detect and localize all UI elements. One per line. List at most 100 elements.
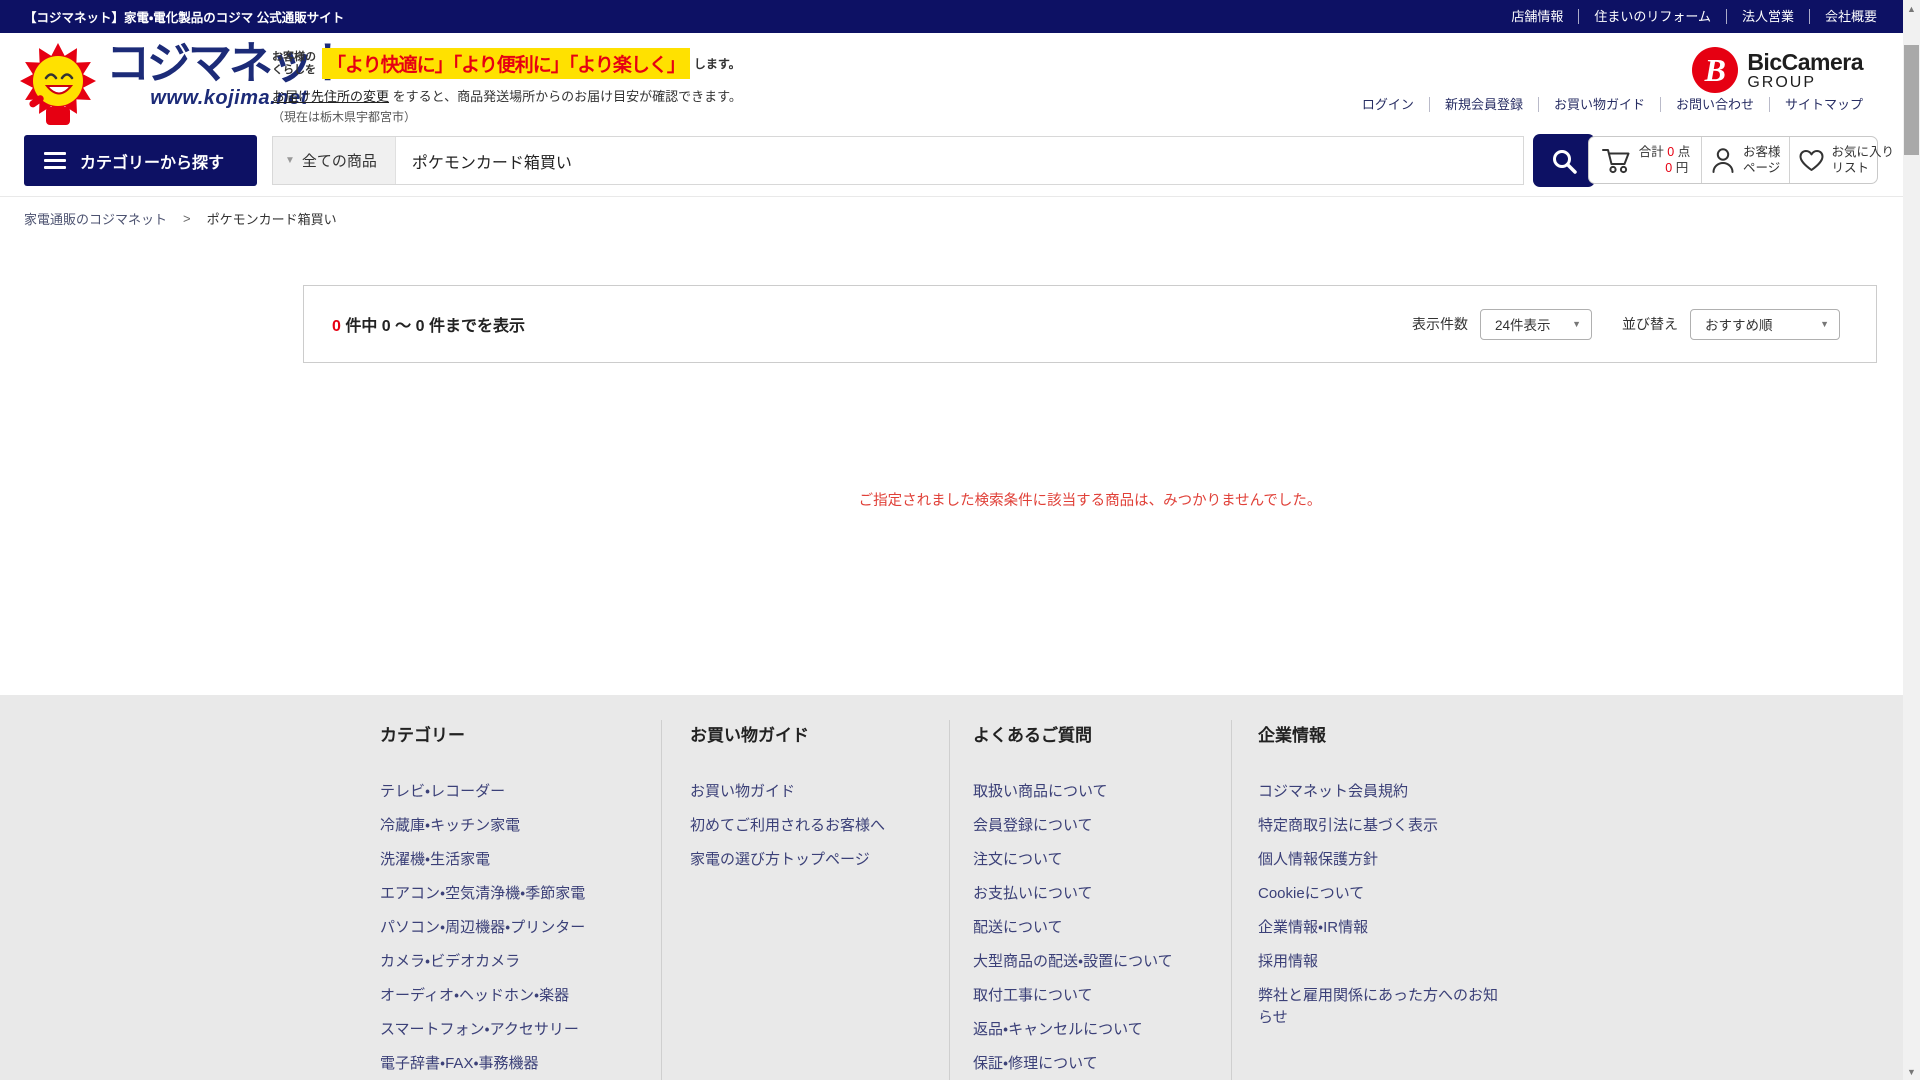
- footer-link[interactable]: 弊社と雇用関係にあった方へのお知らせ: [1258, 985, 1508, 1029]
- footer-link[interactable]: 会員登録について: [973, 815, 1215, 837]
- cart-amount: 0: [1665, 161, 1672, 175]
- footer-link[interactable]: 企業情報・IR情報: [1258, 917, 1508, 939]
- topbar-link[interactable]: 会社概要: [1809, 9, 1877, 24]
- result-count-text: 件中 0 ～ 0 件までを表示: [345, 318, 525, 335]
- topbar-link[interactable]: 法人営業: [1726, 9, 1809, 24]
- favorites-button[interactable]: お気に入り リスト: [1789, 137, 1903, 183]
- footer-divider: [661, 720, 662, 1080]
- tagline-prefix: お客様の くらしを: [272, 51, 316, 77]
- header-nav-link[interactable]: サイトマップ: [1769, 97, 1863, 112]
- search-input[interactable]: [396, 137, 1523, 184]
- header-nav-link[interactable]: お買い物ガイド: [1538, 97, 1660, 112]
- topbar-link[interactable]: 店舗情報: [1496, 9, 1578, 24]
- cart-summary: 合計 0 点 0 円: [1639, 144, 1690, 176]
- sort-select[interactable]: おすすめ順 ▼: [1690, 309, 1840, 340]
- footer-link[interactable]: 保証・修理について: [973, 1053, 1215, 1075]
- footer-link[interactable]: 洗濯機・生活家電: [380, 849, 642, 871]
- footer-link-list: お買い物ガイド初めてご利用されるお客様へ家電の選び方トップページ: [690, 781, 932, 871]
- footer-link[interactable]: パソコン・周辺機器・プリンター: [380, 917, 642, 939]
- cart-total-label: 合計: [1639, 145, 1664, 159]
- account-page-button[interactable]: お客様 ページ: [1701, 137, 1789, 183]
- footer-link[interactable]: 特定商取引法に基づく表示: [1258, 815, 1508, 837]
- tagline-prefix-line1: お客様の: [272, 51, 316, 64]
- biccamera-group: GROUP: [1747, 74, 1863, 91]
- footer-link[interactable]: 個人情報保護方針: [1258, 849, 1508, 871]
- user-icon: [1710, 146, 1736, 174]
- footer-link[interactable]: 配送について: [973, 917, 1215, 939]
- biccamera-logo-text: BicCamera GROUP: [1747, 50, 1863, 91]
- site-footer: カテゴリーテレビ・レコーダー冷蔵庫・キッチン家電洗濯機・生活家電エアコン・空気清…: [0, 695, 1903, 1080]
- footer-link[interactable]: 大型商品の配送・設置について: [973, 951, 1215, 973]
- footer-link[interactable]: 電子辞書・FAX・事務機器: [380, 1053, 642, 1075]
- footer-link[interactable]: お支払いについて: [973, 883, 1215, 905]
- footer-link[interactable]: コジマネット会員規約: [1258, 781, 1508, 803]
- footer-link[interactable]: テレビ・レコーダー: [380, 781, 642, 803]
- tagline-prefix-line2: くらしを: [272, 64, 316, 77]
- biccamera-group-logo[interactable]: B BicCamera GROUP: [1692, 47, 1863, 93]
- search-scope-select[interactable]: ▼ 全ての商品: [273, 137, 396, 184]
- footer-column-title: お買い物ガイド: [690, 725, 932, 747]
- footer-column-title: 企業情報: [1258, 725, 1508, 747]
- tagline-highlight: 「より快適に」「より便利に」「より楽しく」: [322, 48, 690, 79]
- footer-link[interactable]: お買い物ガイド: [690, 781, 932, 803]
- search-submit-button[interactable]: [1533, 134, 1595, 187]
- search-box: ▼ 全ての商品: [272, 136, 1524, 185]
- footer-column: 企業情報コジマネット会員規約特定商取引法に基づく表示個人情報保護方針 Cookie…: [1258, 725, 1508, 1041]
- footer-column-title: カテゴリー: [380, 725, 642, 747]
- footer-link[interactable]: 初めてご利用されるお客様へ: [690, 815, 932, 837]
- footer-link[interactable]: 家電の選び方トップページ: [690, 849, 932, 871]
- breadcrumb-current: ポケモンカード箱買い: [207, 209, 337, 228]
- footer-link[interactable]: エアコン・空気清浄機・季節家電: [380, 883, 642, 905]
- scroll-down-icon[interactable]: ▼: [1903, 1063, 1920, 1080]
- cart-amount-unit: 円: [1676, 161, 1689, 175]
- favorites-label-line1: お気に入り: [1832, 144, 1895, 160]
- footer-link[interactable]: 採用情報: [1258, 951, 1508, 973]
- header-nav-link[interactable]: ログイン: [1347, 97, 1429, 112]
- cart-button[interactable]: 合計 0 点 0 円: [1589, 137, 1701, 183]
- footer-link[interactable]: 返品・キャンセルについて: [973, 1019, 1215, 1041]
- cart-count: 0: [1667, 145, 1674, 159]
- per-page-label: 表示件数: [1412, 314, 1468, 334]
- breadcrumb-home-link[interactable]: 家電通販のコジマネット: [24, 209, 167, 228]
- footer-column-title: よくあるご質問: [973, 725, 1215, 747]
- search-bar-row: カテゴリーから探す ▼ 全ての商品 合計 0: [0, 133, 1903, 197]
- results-toolbar: 0 件中 0 ～ 0 件までを表示 表示件数 24件表示 ▼ 並び替え おすすめ…: [303, 285, 1877, 363]
- category-button-label: カテゴリーから探す: [80, 149, 224, 173]
- delivery-description: をすると、商品発送場所からのお届け目安が確認できます。: [393, 89, 742, 104]
- footer-link-list: 取扱い商品について会員登録について注文についてお支払いについて配送について大型商…: [973, 781, 1215, 1075]
- account-label: お客様 ページ: [1743, 144, 1781, 176]
- footer-link[interactable]: Cookieについて: [1258, 883, 1508, 905]
- footer-link[interactable]: 冷蔵庫・キッチン家電: [380, 815, 642, 837]
- kojima-mascot-icon: [18, 41, 100, 127]
- footer-link-list: コジマネット会員規約特定商取引法に基づく表示個人情報保護方針 Cookieについて…: [1258, 781, 1508, 1029]
- category-menu-button[interactable]: カテゴリーから探す: [24, 135, 257, 186]
- header-tagline: お客様の くらしを 「より快適に」「より便利に」「より楽しく」 します。 お届け…: [272, 48, 742, 125]
- delivery-current-location: （現在は栃木県宇都宮市）: [272, 108, 742, 125]
- footer-link[interactable]: オーディオ・ヘッドホン・楽器: [380, 985, 642, 1007]
- biccamera-mark-icon: B: [1692, 47, 1738, 93]
- favorites-label: お気に入り リスト: [1832, 144, 1895, 176]
- footer-link[interactable]: 取扱い商品について: [973, 781, 1215, 803]
- footer-link[interactable]: 注文について: [973, 849, 1215, 871]
- header-nav-link[interactable]: お問い合わせ: [1660, 97, 1769, 112]
- tagline-suffix: します。: [694, 55, 741, 72]
- scrollbar-thumb[interactable]: [1904, 45, 1919, 155]
- result-count: 0 件中 0 ～ 0 件までを表示: [332, 312, 525, 336]
- hamburger-icon: [44, 152, 66, 169]
- favorites-label-line2: リスト: [1832, 160, 1895, 176]
- sort-label: 並び替え: [1622, 314, 1678, 334]
- per-page-select[interactable]: 24件表示 ▼: [1480, 309, 1592, 340]
- footer-link[interactable]: カメラ・ビデオカメラ: [380, 951, 642, 973]
- vertical-scrollbar[interactable]: ▲ ▼: [1903, 0, 1920, 1080]
- delivery-address-change-link[interactable]: お届け先住所の変更: [272, 89, 389, 104]
- site-header: コジマネット www.kojima.net お客様の くらしを 「より快適に」「…: [0, 33, 1903, 133]
- header-nav-link[interactable]: 新規会員登録: [1429, 97, 1538, 112]
- account-label-line1: お客様: [1743, 144, 1781, 160]
- footer-link[interactable]: スマートフォン・アクセサリー: [380, 1019, 642, 1041]
- scroll-up-icon[interactable]: ▲: [1903, 0, 1920, 17]
- breadcrumb: 家電通販のコジマネット > ポケモンカード箱買い: [24, 209, 337, 228]
- cart-count-unit: 点: [1678, 145, 1691, 159]
- footer-link[interactable]: 取付工事について: [973, 985, 1215, 1007]
- topbar-link[interactable]: 住まいのリフォーム: [1578, 9, 1726, 24]
- top-utility-bar: 【コジマネット】家電・電化製品のコジマ 公式通販サイト 店舗情報住まいのリフォー…: [0, 0, 1903, 33]
